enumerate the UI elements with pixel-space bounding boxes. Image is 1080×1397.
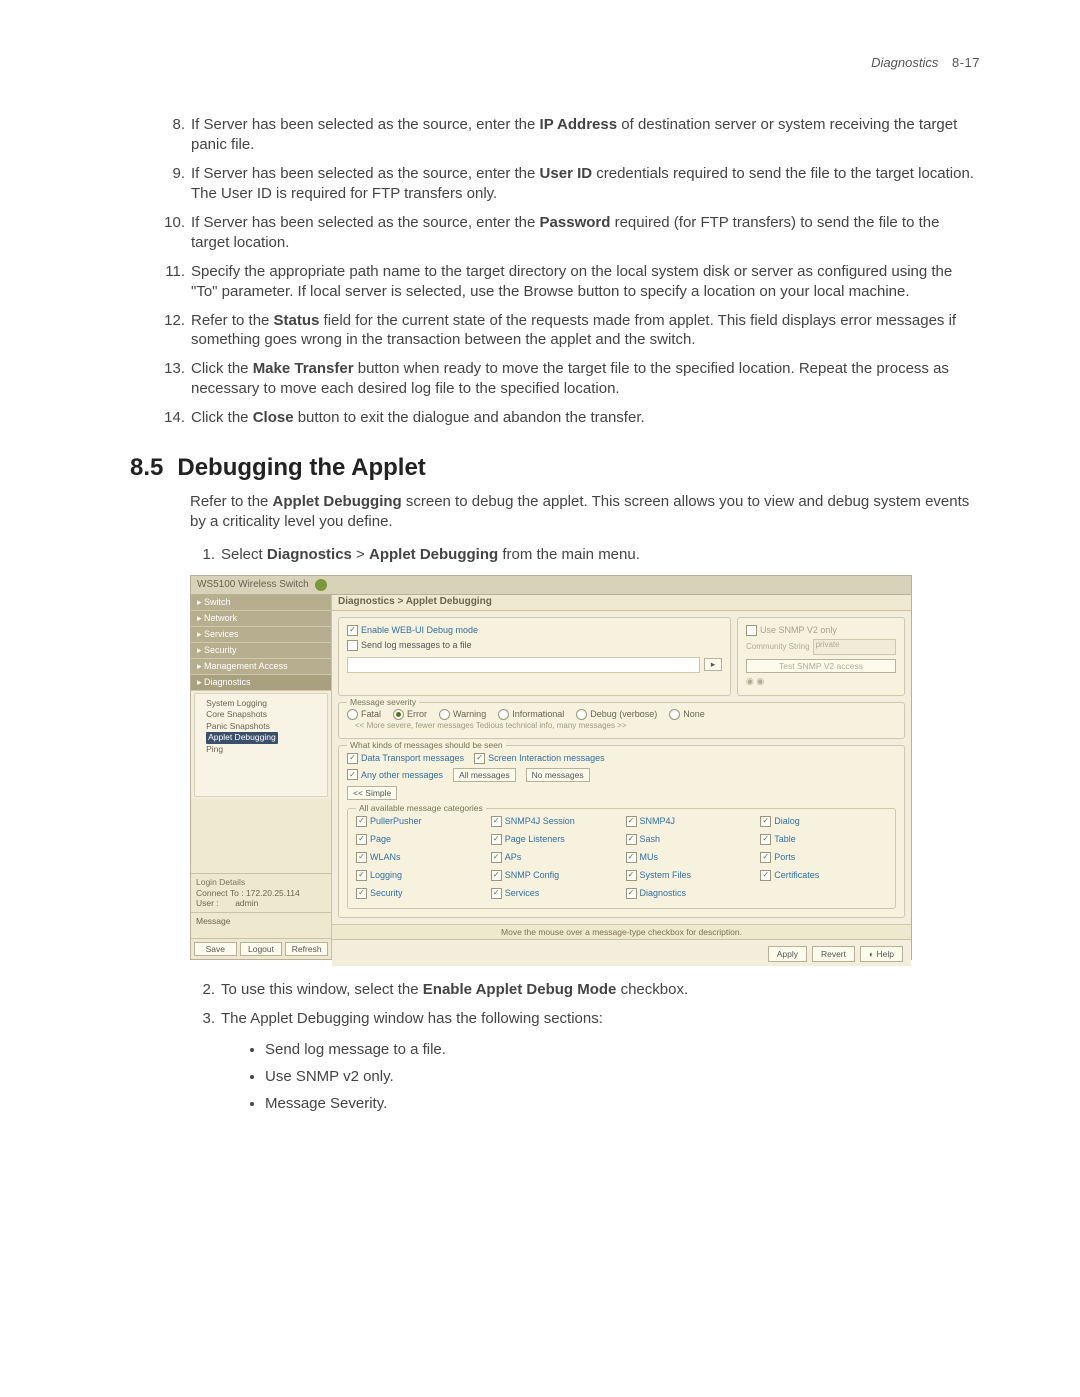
procedure-step: 12.Refer to the Status field for the cur… [130, 311, 980, 351]
bullet-item: Send log message to a file. [265, 1038, 980, 1061]
tree-item[interactable]: System Logging [199, 698, 323, 709]
diagnostics-tree: System Logging Core Snapshots Panic Snap… [194, 693, 328, 797]
category-checkbox[interactable]: ✓Security [356, 888, 483, 899]
tree-item[interactable]: Core Snapshots [199, 709, 323, 720]
category-checkbox[interactable]: ✓PullerPusher [356, 816, 483, 827]
login-details-panel: Login Details Connect To : 172.20.25.114… [191, 873, 331, 912]
sidebar-item[interactable]: ▸ Switch [191, 595, 331, 611]
use-snmp-v2-checkbox[interactable]: Use SNMP V2 only [746, 625, 896, 636]
section-number: 8.5 [130, 454, 163, 482]
window-title: WS5100 Wireless Switch [197, 579, 309, 590]
community-string-input[interactable]: private [813, 639, 896, 655]
section-bullets: Send log message to a file. Use SNMP v2 o… [265, 1038, 980, 1116]
sidebar-item[interactable]: ▸ Diagnostics [191, 675, 331, 691]
section-intro: Refer to the Applet Debugging screen to … [190, 492, 980, 533]
category-checkbox [760, 888, 887, 899]
send-log-checkbox[interactable]: Send log messages to a file [347, 640, 722, 651]
applet-debugging-window: WS5100 Wireless Switch ▸ Switch▸ Network… [190, 575, 912, 960]
refresh-button[interactable]: Refresh [285, 942, 328, 956]
procedure-step: 10.If Server has been selected as the so… [130, 213, 980, 253]
category-checkbox[interactable]: ✓Table [760, 834, 887, 845]
page-number: 8-17 [952, 55, 980, 70]
title-bar: WS5100 Wireless Switch [191, 576, 911, 595]
severity-radio[interactable]: Error [393, 709, 427, 720]
category-checkbox[interactable]: ✓SNMP4J Session [491, 816, 618, 827]
apply-button[interactable]: Apply [768, 946, 807, 962]
log-file-input[interactable] [347, 657, 700, 673]
category-checkbox[interactable]: ✓APs [491, 852, 618, 863]
debug-mode-fieldset: ✓Enable WEB-UI Debug mode Send log messa… [338, 617, 731, 696]
simple-button[interactable]: << Simple [347, 786, 397, 800]
severity-radio[interactable]: Warning [439, 709, 486, 720]
test-snmp-button[interactable]: Test SNMP V2 access [746, 659, 896, 673]
procedure-step: 13.Click the Make Transfer button when r… [130, 359, 980, 399]
procedure-step: 14.Click the Close button to exit the di… [130, 408, 980, 428]
section-title: Debugging the Applet [177, 454, 425, 482]
save-button[interactable]: Save [194, 942, 237, 956]
no-messages-button[interactable]: No messages [526, 768, 590, 782]
step-3: 3. The Applet Debugging window has the f… [130, 1009, 980, 1029]
logout-button[interactable]: Logout [240, 942, 283, 956]
tree-item[interactable]: Panic Snapshots [199, 721, 323, 732]
step-1: 1. Select Diagnostics > Applet Debugging… [130, 545, 980, 565]
category-checkbox[interactable]: ✓Logging [356, 870, 483, 881]
help-button[interactable]: ◐ Help [860, 946, 903, 962]
category-checkbox[interactable]: ✓Page Listeners [491, 834, 618, 845]
tree-item[interactable]: Applet Debugging [199, 732, 323, 743]
category-checkbox[interactable]: ✓Services [491, 888, 618, 899]
category-checkbox[interactable]: ✓Page [356, 834, 483, 845]
category-checkbox[interactable]: ✓Dialog [760, 816, 887, 827]
procedure-steps: 8.If Server has been selected as the sou… [130, 115, 980, 428]
severity-radio[interactable]: Informational [498, 709, 564, 720]
category-checkbox[interactable]: ✓Diagnostics [626, 888, 753, 899]
category-checkbox[interactable]: ✓Certificates [760, 870, 887, 881]
sidebar-footer-buttons: SaveLogoutRefresh [191, 938, 331, 959]
bullet-item: Use SNMP v2 only. [265, 1065, 980, 1088]
sidebar-item[interactable]: ▸ Security [191, 643, 331, 659]
data-transport-checkbox[interactable]: ✓Data Transport messages [347, 753, 464, 764]
message-panel: Message [191, 912, 331, 938]
severity-fieldset: Message severity FatalErrorWarningInform… [338, 702, 905, 739]
category-checkbox[interactable]: ✓System Files [626, 870, 753, 881]
bullet-item: Message Severity. [265, 1092, 980, 1115]
sidebar-item[interactable]: ▸ Network [191, 611, 331, 627]
procedure-step: 8.If Server has been selected as the sou… [130, 115, 980, 155]
description-bar: Move the mouse over a message-type check… [332, 924, 911, 939]
all-messages-button[interactable]: All messages [453, 768, 516, 782]
footer-buttons: Apply Revert ◐ Help [332, 939, 911, 966]
category-checkbox[interactable]: ✓Ports [760, 852, 887, 863]
main-panel: Diagnostics > Applet Debugging ✓Enable W… [332, 595, 911, 959]
category-checkbox[interactable]: ✓SNMP Config [491, 870, 618, 881]
sidebar-item[interactable]: ▸ Services [191, 627, 331, 643]
category-checkbox[interactable]: ✓Sash [626, 834, 753, 845]
sidebar: ▸ Switch▸ Network▸ Services▸ Security▸ M… [191, 595, 332, 959]
enable-debug-checkbox[interactable]: ✓Enable WEB-UI Debug mode [347, 625, 722, 636]
category-checkbox[interactable]: ✓MUs [626, 852, 753, 863]
revert-button[interactable]: Revert [812, 946, 855, 962]
any-other-checkbox[interactable]: ✓Any other messages [347, 769, 443, 780]
snmp-fieldset: Use SNMP V2 only Community String privat… [737, 617, 905, 696]
procedure-step: 11.Specify the appropriate path name to … [130, 262, 980, 302]
step-2: 2. To use this window, select the Enable… [130, 980, 980, 1000]
procedure-step: 9.If Server has been selected as the sou… [130, 164, 980, 204]
severity-radio[interactable]: Fatal [347, 709, 381, 720]
categories-fieldset: All available message categories ✓Puller… [347, 808, 896, 909]
sidebar-item[interactable]: ▸ Management Access [191, 659, 331, 675]
breadcrumb: Diagnostics > Applet Debugging [332, 595, 911, 611]
running-head: Diagnostics 8-17 [871, 55, 980, 70]
severity-radio[interactable]: Debug (verbose) [576, 709, 657, 720]
tree-item[interactable]: Ping [199, 744, 323, 755]
brand-logo-icon [315, 579, 327, 591]
category-checkbox[interactable]: ✓SNMP4J [626, 816, 753, 827]
category-checkbox[interactable]: ✓WLANs [356, 852, 483, 863]
screen-interaction-checkbox[interactable]: ✓Screen Interaction messages [474, 753, 605, 764]
browse-icon[interactable]: ▸ [704, 658, 722, 671]
severity-radio[interactable]: None [669, 709, 705, 720]
chapter-name: Diagnostics [871, 55, 938, 70]
seen-fieldset: What kinds of messages should be seen ✓D… [338, 745, 905, 918]
section-heading: 8.5 Debugging the Applet [130, 454, 980, 482]
